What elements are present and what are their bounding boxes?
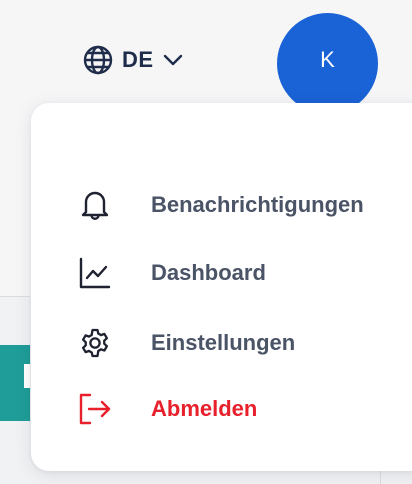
logout-icon — [77, 391, 113, 427]
chart-line-icon — [77, 255, 113, 291]
language-switcher[interactable]: DE — [82, 42, 184, 78]
chevron-down-icon — [162, 53, 184, 67]
menu-item-label: Abmelden — [151, 396, 258, 421]
menu-item-label: Benachrichtigungen — [151, 192, 364, 217]
user-menu-dropdown: Benachrichtigungen Dashboard Einstellung… — [31, 103, 412, 471]
menu-item-label: Einstellungen — [151, 330, 296, 355]
menu-item-label: Dashboard — [151, 260, 266, 285]
bell-icon — [77, 187, 113, 223]
avatar-initial: K — [320, 46, 335, 72]
language-label: DE — [122, 47, 154, 72]
gear-icon — [77, 325, 113, 361]
menu-item-settings[interactable]: Einstellungen — [77, 319, 295, 367]
menu-item-notifications[interactable]: Benachrichtigungen — [77, 181, 364, 229]
menu-item-logout[interactable]: Abmelden — [77, 385, 257, 433]
background-teal-notch — [24, 364, 30, 388]
globe-icon — [82, 44, 114, 76]
menu-item-dashboard[interactable]: Dashboard — [77, 249, 266, 297]
background-divider — [0, 296, 30, 297]
user-avatar[interactable]: K — [277, 13, 378, 114]
